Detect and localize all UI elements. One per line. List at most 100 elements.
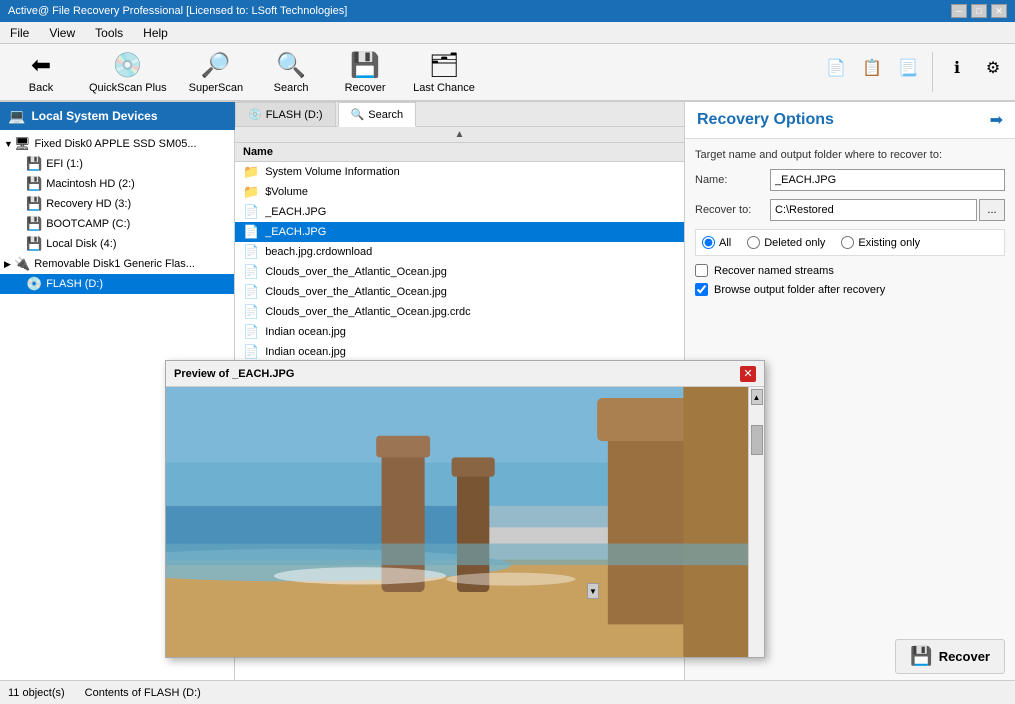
menu-tools[interactable]: Tools [91, 25, 127, 41]
status-bar: 11 object(s) Contents of FLASH (D:) [0, 680, 1015, 704]
tree-label-macintosh: Macintosh HD (2:) [46, 178, 135, 190]
toolbar-icon-btn-1[interactable]: 📄 [820, 52, 852, 84]
file-item-clouds-crdc[interactable]: 📄 Clouds_over_the_Atlantic_Ocean.jpg.crd… [235, 302, 684, 322]
tree-item-fixeddisk[interactable]: ▼ 🖥 Fixed Disk0 APPLE SSD SM05... [0, 134, 234, 154]
recover-named-streams-checkbox[interactable] [695, 264, 708, 277]
recover-btn-icon: 💾 [910, 646, 932, 667]
radio-all-input[interactable] [702, 236, 715, 249]
radio-existing-input[interactable] [841, 236, 854, 249]
tree-item-bootcamp[interactable]: 💾 BOOTCAMP (C:) [0, 214, 234, 234]
lastchance-button[interactable]: 🗂 Last Chance [404, 47, 484, 97]
back-icon: ⬅ [31, 51, 51, 80]
preview-image-area [166, 387, 748, 657]
target-description: Target name and output folder where to r… [695, 149, 1005, 161]
file-item-indian-2[interactable]: 📄 Indian ocean.jpg [235, 342, 684, 362]
tab-search[interactable]: 🔍 Search [338, 102, 417, 127]
browse-output-row: Browse output folder after recovery [695, 283, 1005, 296]
superscan-button[interactable]: 🔎 SuperScan [180, 47, 252, 97]
panel-header-label: Local System Devices [31, 109, 157, 123]
search-button[interactable]: 🔍 Search [256, 47, 326, 97]
title-bar: Active@ File Recovery Professional [Lice… [0, 0, 1015, 22]
file-icon: 📄 [243, 204, 259, 220]
recover-named-streams-label: Recover named streams [714, 265, 834, 277]
quickscan-button[interactable]: 💿 QuickScan Plus [80, 47, 176, 97]
file-item-svolume[interactable]: 📁 $Volume [235, 182, 684, 202]
tree-item-recovery-hd[interactable]: 💾 Recovery HD (3:) [0, 194, 234, 214]
menu-file[interactable]: File [6, 25, 33, 41]
superscan-icon: 🔎 [201, 51, 231, 80]
browse-output-checkbox[interactable] [695, 283, 708, 296]
scrollbar-down-arrow[interactable]: ▼ [587, 583, 599, 599]
menu-view[interactable]: View [45, 25, 79, 41]
file-item-indian-1[interactable]: 📄 Indian ocean.jpg [235, 322, 684, 342]
close-button[interactable]: ✕ [991, 4, 1007, 18]
toolbar-icon-btn-4[interactable]: ℹ [941, 52, 973, 84]
radio-all[interactable]: All [702, 236, 731, 249]
preview-content: ▲ ▼ [166, 387, 764, 657]
name-column-header: Name [243, 146, 273, 158]
file-item-each-2[interactable]: 📄 _EACH.JPG [235, 222, 684, 242]
toolbar-icon-btn-5[interactable]: ⚙ [977, 52, 1009, 84]
browse-button[interactable]: ... [979, 199, 1005, 221]
recover-to-input[interactable] [770, 199, 977, 221]
flash-tab-label: FLASH (D:) [266, 109, 323, 121]
tree-item-removable[interactable]: ▶ 🔌 Removable Disk1 Generic Flas... [0, 254, 234, 274]
radio-existing-only[interactable]: Existing only [841, 236, 920, 249]
toolbar: ⬅ Back 💿 QuickScan Plus 🔎 SuperScan 🔍 Se… [0, 44, 1015, 102]
separator [932, 52, 933, 92]
tree-item-localdisk[interactable]: 💾 Local Disk (4:) [0, 234, 234, 254]
scroll-up-arrow[interactable]: ▲ [235, 127, 684, 143]
name-label: Name: [695, 174, 770, 186]
name-input[interactable] [770, 169, 1005, 191]
file-item-beach[interactable]: 📄 beach.jpg.crdownload [235, 242, 684, 262]
search-tab-label: Search [368, 109, 403, 121]
file-name: Indian ocean.jpg [265, 346, 346, 358]
tab-flash[interactable]: 💿 FLASH (D:) [235, 102, 336, 126]
tree-item-flash[interactable]: 💿 FLASH (D:) [0, 274, 234, 294]
menu-bar: File View Tools Help [0, 22, 1015, 44]
tree-label-removable: Removable Disk1 Generic Flas... [34, 258, 195, 270]
toolbar-icon-btn-2[interactable]: 📋 [856, 52, 888, 84]
minimize-button[interactable]: ─ [951, 4, 967, 18]
scrollbar-up-arrow[interactable]: ▲ [751, 389, 763, 405]
tab-bar: 💿 FLASH (D:) 🔍 Search [235, 102, 684, 127]
lastchance-icon: 🗂 [429, 51, 459, 80]
radio-all-label: All [719, 237, 731, 249]
menu-help[interactable]: Help [139, 25, 172, 41]
radio-existing-label: Existing only [858, 237, 920, 249]
radio-deleted-only[interactable]: Deleted only [747, 236, 825, 249]
folder-icon: 📁 [243, 164, 259, 180]
usb-icon: 🔌 [14, 256, 30, 272]
superscan-label: SuperScan [189, 82, 243, 94]
radio-deleted-input[interactable] [747, 236, 760, 249]
expand-icon: ▼ [4, 139, 14, 149]
file-item-clouds-2[interactable]: 📄 Clouds_over_the_Atlantic_Ocean.jpg [235, 282, 684, 302]
file-icon: 📄 [243, 304, 259, 320]
recover-icon: 💾 [350, 51, 380, 80]
back-button[interactable]: ⬅ Back [6, 47, 76, 97]
file-list-header: Name [235, 143, 684, 162]
recover-toolbar-button[interactable]: 💾 Recover [330, 47, 400, 97]
back-label: Back [29, 82, 53, 94]
tree-item-macintosh[interactable]: 💾 Macintosh HD (2:) [0, 174, 234, 194]
toolbar-icon-btn-3[interactable]: 📃 [892, 52, 924, 84]
preview-scrollbar[interactable]: ▲ ▼ [748, 387, 764, 657]
lastchance-label: Last Chance [413, 82, 475, 94]
maximize-button[interactable]: □ [971, 4, 987, 18]
preview-image [166, 387, 748, 657]
preview-title: Preview of _EACH.JPG [174, 368, 294, 380]
partition-icon: 💾 [26, 236, 42, 252]
folder-icon: 📁 [243, 184, 259, 200]
tree-item-efi[interactable]: 💾 EFI (1:) [0, 154, 234, 174]
scrollbar-thumb[interactable] [751, 425, 763, 455]
computer-icon: 💻 [8, 108, 25, 125]
recover-button-large[interactable]: 💾 Recover [895, 639, 1005, 674]
tree-label-fixeddisk: Fixed Disk0 APPLE SSD SM05... [35, 138, 197, 150]
preview-close-button[interactable]: ✕ [740, 366, 756, 382]
file-item-each-1[interactable]: 📄 _EACH.JPG [235, 202, 684, 222]
filter-radio-group: All Deleted only Existing only [695, 229, 1005, 256]
recover-to-field-row: Recover to: ... [695, 199, 1005, 221]
file-item-sysvolinfo[interactable]: 📁 System Volume Information [235, 162, 684, 182]
file-item-clouds-1[interactable]: 📄 Clouds_over_the_Atlantic_Ocean.jpg [235, 262, 684, 282]
file-name: Clouds_over_the_Atlantic_Ocean.jpg.crdc [265, 306, 470, 318]
